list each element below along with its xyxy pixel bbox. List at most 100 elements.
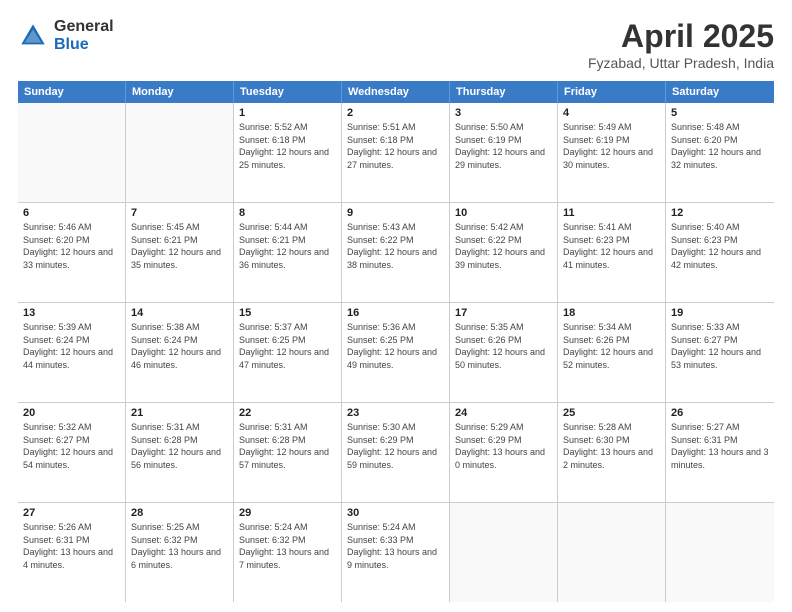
day-info: Sunrise: 5:25 AM Sunset: 6:32 PM Dayligh… — [131, 521, 228, 571]
col-tuesday: Tuesday — [234, 81, 342, 103]
cell-w2-d3: 8 Sunrise: 5:44 AM Sunset: 6:21 PM Daylig… — [234, 203, 342, 302]
day-number: 22 — [239, 407, 336, 419]
cell-w1-d1 — [18, 103, 126, 202]
logo-icon — [18, 21, 48, 51]
day-info: Sunrise: 5:31 AM Sunset: 6:28 PM Dayligh… — [239, 421, 336, 471]
day-info: Sunrise: 5:48 AM Sunset: 6:20 PM Dayligh… — [671, 121, 769, 171]
day-info: Sunrise: 5:24 AM Sunset: 6:33 PM Dayligh… — [347, 521, 444, 571]
logo-blue: Blue — [54, 36, 114, 54]
day-info: Sunrise: 5:27 AM Sunset: 6:31 PM Dayligh… — [671, 421, 769, 471]
day-info: Sunrise: 5:51 AM Sunset: 6:18 PM Dayligh… — [347, 121, 444, 171]
day-number: 24 — [455, 407, 552, 419]
col-thursday: Thursday — [450, 81, 558, 103]
day-info: Sunrise: 5:45 AM Sunset: 6:21 PM Dayligh… — [131, 221, 228, 271]
cell-w1-d3: 1Sunrise: 5:52 AM Sunset: 6:18 PM Daylig… — [234, 103, 342, 202]
day-info: Sunrise: 5:28 AM Sunset: 6:30 PM Dayligh… — [563, 421, 660, 471]
cell-w3-d6: 18 Sunrise: 5:34 AM Sunset: 6:26 PM Dayli… — [558, 303, 666, 402]
cell-w3-d5: 17 Sunrise: 5:35 AM Sunset: 6:26 PM Dayli… — [450, 303, 558, 402]
cell-w4-d4: 23Sunrise: 5:30 AM Sunset: 6:29 PM Dayli… — [342, 403, 450, 502]
col-wednesday: Wednesday — [342, 81, 450, 103]
day-info: Sunrise: 5:40 AM Sunset: 6:23 PM Dayligh… — [671, 221, 769, 271]
cell-w2-d7: 12 Sunrise: 5:40 AM Sunset: 6:23 PM Dayli… — [666, 203, 774, 302]
day-info: Sunrise: 5:31 AM Sunset: 6:28 PM Dayligh… — [131, 421, 228, 471]
day-number: 15 — [239, 307, 336, 319]
day-number: 21 — [131, 407, 228, 419]
cell-w2-d2: 7 Sunrise: 5:45 AM Sunset: 6:21 PM Daylig… — [126, 203, 234, 302]
day-number: 6 — [23, 207, 120, 219]
day-info: Sunrise: 5:39 AM Sunset: 6:24 PM Dayligh… — [23, 321, 120, 371]
calendar-header: Sunday Monday Tuesday Wednesday Thursday… — [18, 81, 774, 103]
cell-w1-d6: 4Sunrise: 5:49 AM Sunset: 6:19 PM Daylig… — [558, 103, 666, 202]
day-info: Sunrise: 5:36 AM Sunset: 6:25 PM Dayligh… — [347, 321, 444, 371]
location: Fyzabad, Uttar Pradesh, India — [588, 55, 774, 71]
calendar-body: 1Sunrise: 5:52 AM Sunset: 6:18 PM Daylig… — [18, 103, 774, 602]
week-row-4: 20 Sunrise: 5:32 AM Sunset: 6:27 PM Dayli… — [18, 403, 774, 503]
day-number: 9 — [347, 207, 444, 219]
logo-general: General — [54, 18, 114, 36]
day-number: 8 — [239, 207, 336, 219]
cell-w4-d3: 22 Sunrise: 5:31 AM Sunset: 6:28 PM Dayli… — [234, 403, 342, 502]
col-saturday: Saturday — [666, 81, 774, 103]
day-number: 29 — [239, 507, 336, 519]
month-title: April 2025 — [588, 18, 774, 55]
logo: General Blue — [18, 18, 114, 53]
day-number: 27 — [23, 507, 120, 519]
cell-w4-d6: 25 Sunrise: 5:28 AM Sunset: 6:30 PM Dayli… — [558, 403, 666, 502]
day-number: 23 — [347, 407, 444, 419]
day-info: Sunrise: 5:35 AM Sunset: 6:26 PM Dayligh… — [455, 321, 552, 371]
cell-w1-d5: 3Sunrise: 5:50 AM Sunset: 6:19 PM Daylig… — [450, 103, 558, 202]
week-row-5: 27 Sunrise: 5:26 AM Sunset: 6:31 PM Dayli… — [18, 503, 774, 602]
calendar: Sunday Monday Tuesday Wednesday Thursday… — [18, 81, 774, 602]
day-info: Sunrise: 5:42 AM Sunset: 6:22 PM Dayligh… — [455, 221, 552, 271]
cell-w3-d4: 16Sunrise: 5:36 AM Sunset: 6:25 PM Dayli… — [342, 303, 450, 402]
day-number: 4 — [563, 107, 660, 119]
cell-w5-d2: 28 Sunrise: 5:25 AM Sunset: 6:32 PM Dayli… — [126, 503, 234, 602]
day-info: Sunrise: 5:34 AM Sunset: 6:26 PM Dayligh… — [563, 321, 660, 371]
day-info: Sunrise: 5:32 AM Sunset: 6:27 PM Dayligh… — [23, 421, 120, 471]
week-row-2: 6 Sunrise: 5:46 AM Sunset: 6:20 PM Daylig… — [18, 203, 774, 303]
day-info: Sunrise: 5:44 AM Sunset: 6:21 PM Dayligh… — [239, 221, 336, 271]
day-number: 14 — [131, 307, 228, 319]
cell-w2-d1: 6 Sunrise: 5:46 AM Sunset: 6:20 PM Daylig… — [18, 203, 126, 302]
cell-w5-d5 — [450, 503, 558, 602]
cell-w1-d4: 2Sunrise: 5:51 AM Sunset: 6:18 PM Daylig… — [342, 103, 450, 202]
day-number: 26 — [671, 407, 769, 419]
cell-w2-d5: 10 Sunrise: 5:42 AM Sunset: 6:22 PM Dayli… — [450, 203, 558, 302]
day-number: 18 — [563, 307, 660, 319]
cell-w1-d2 — [126, 103, 234, 202]
cell-w5-d4: 30 Sunrise: 5:24 AM Sunset: 6:33 PM Dayli… — [342, 503, 450, 602]
day-info: Sunrise: 5:26 AM Sunset: 6:31 PM Dayligh… — [23, 521, 120, 571]
title-block: April 2025 Fyzabad, Uttar Pradesh, India — [588, 18, 774, 71]
day-number: 20 — [23, 407, 120, 419]
col-sunday: Sunday — [18, 81, 126, 103]
header: General Blue April 2025 Fyzabad, Uttar P… — [18, 18, 774, 71]
day-info: Sunrise: 5:50 AM Sunset: 6:19 PM Dayligh… — [455, 121, 552, 171]
cell-w3-d1: 13 Sunrise: 5:39 AM Sunset: 6:24 PM Dayli… — [18, 303, 126, 402]
col-friday: Friday — [558, 81, 666, 103]
week-row-3: 13 Sunrise: 5:39 AM Sunset: 6:24 PM Dayli… — [18, 303, 774, 403]
day-info: Sunrise: 5:46 AM Sunset: 6:20 PM Dayligh… — [23, 221, 120, 271]
cell-w4-d5: 24 Sunrise: 5:29 AM Sunset: 6:29 PM Dayli… — [450, 403, 558, 502]
logo-text: General Blue — [54, 18, 114, 53]
day-number: 5 — [671, 107, 769, 119]
day-info: Sunrise: 5:38 AM Sunset: 6:24 PM Dayligh… — [131, 321, 228, 371]
day-number: 17 — [455, 307, 552, 319]
day-number: 13 — [23, 307, 120, 319]
cell-w5-d3: 29Sunrise: 5:24 AM Sunset: 6:32 PM Dayli… — [234, 503, 342, 602]
day-number: 10 — [455, 207, 552, 219]
cell-w4-d7: 26 Sunrise: 5:27 AM Sunset: 6:31 PM Dayli… — [666, 403, 774, 502]
day-number: 7 — [131, 207, 228, 219]
day-info: Sunrise: 5:37 AM Sunset: 6:25 PM Dayligh… — [239, 321, 336, 371]
day-info: Sunrise: 5:29 AM Sunset: 6:29 PM Dayligh… — [455, 421, 552, 471]
cell-w3-d3: 15 Sunrise: 5:37 AM Sunset: 6:25 PM Dayli… — [234, 303, 342, 402]
day-number: 12 — [671, 207, 769, 219]
day-number: 25 — [563, 407, 660, 419]
cell-w5-d6 — [558, 503, 666, 602]
day-number: 1 — [239, 107, 336, 119]
day-info: Sunrise: 5:41 AM Sunset: 6:23 PM Dayligh… — [563, 221, 660, 271]
day-number: 11 — [563, 207, 660, 219]
day-number: 28 — [131, 507, 228, 519]
cell-w3-d7: 19Sunrise: 5:33 AM Sunset: 6:27 PM Dayli… — [666, 303, 774, 402]
cell-w1-d7: 5 Sunrise: 5:48 AM Sunset: 6:20 PM Daylig… — [666, 103, 774, 202]
day-number: 30 — [347, 507, 444, 519]
